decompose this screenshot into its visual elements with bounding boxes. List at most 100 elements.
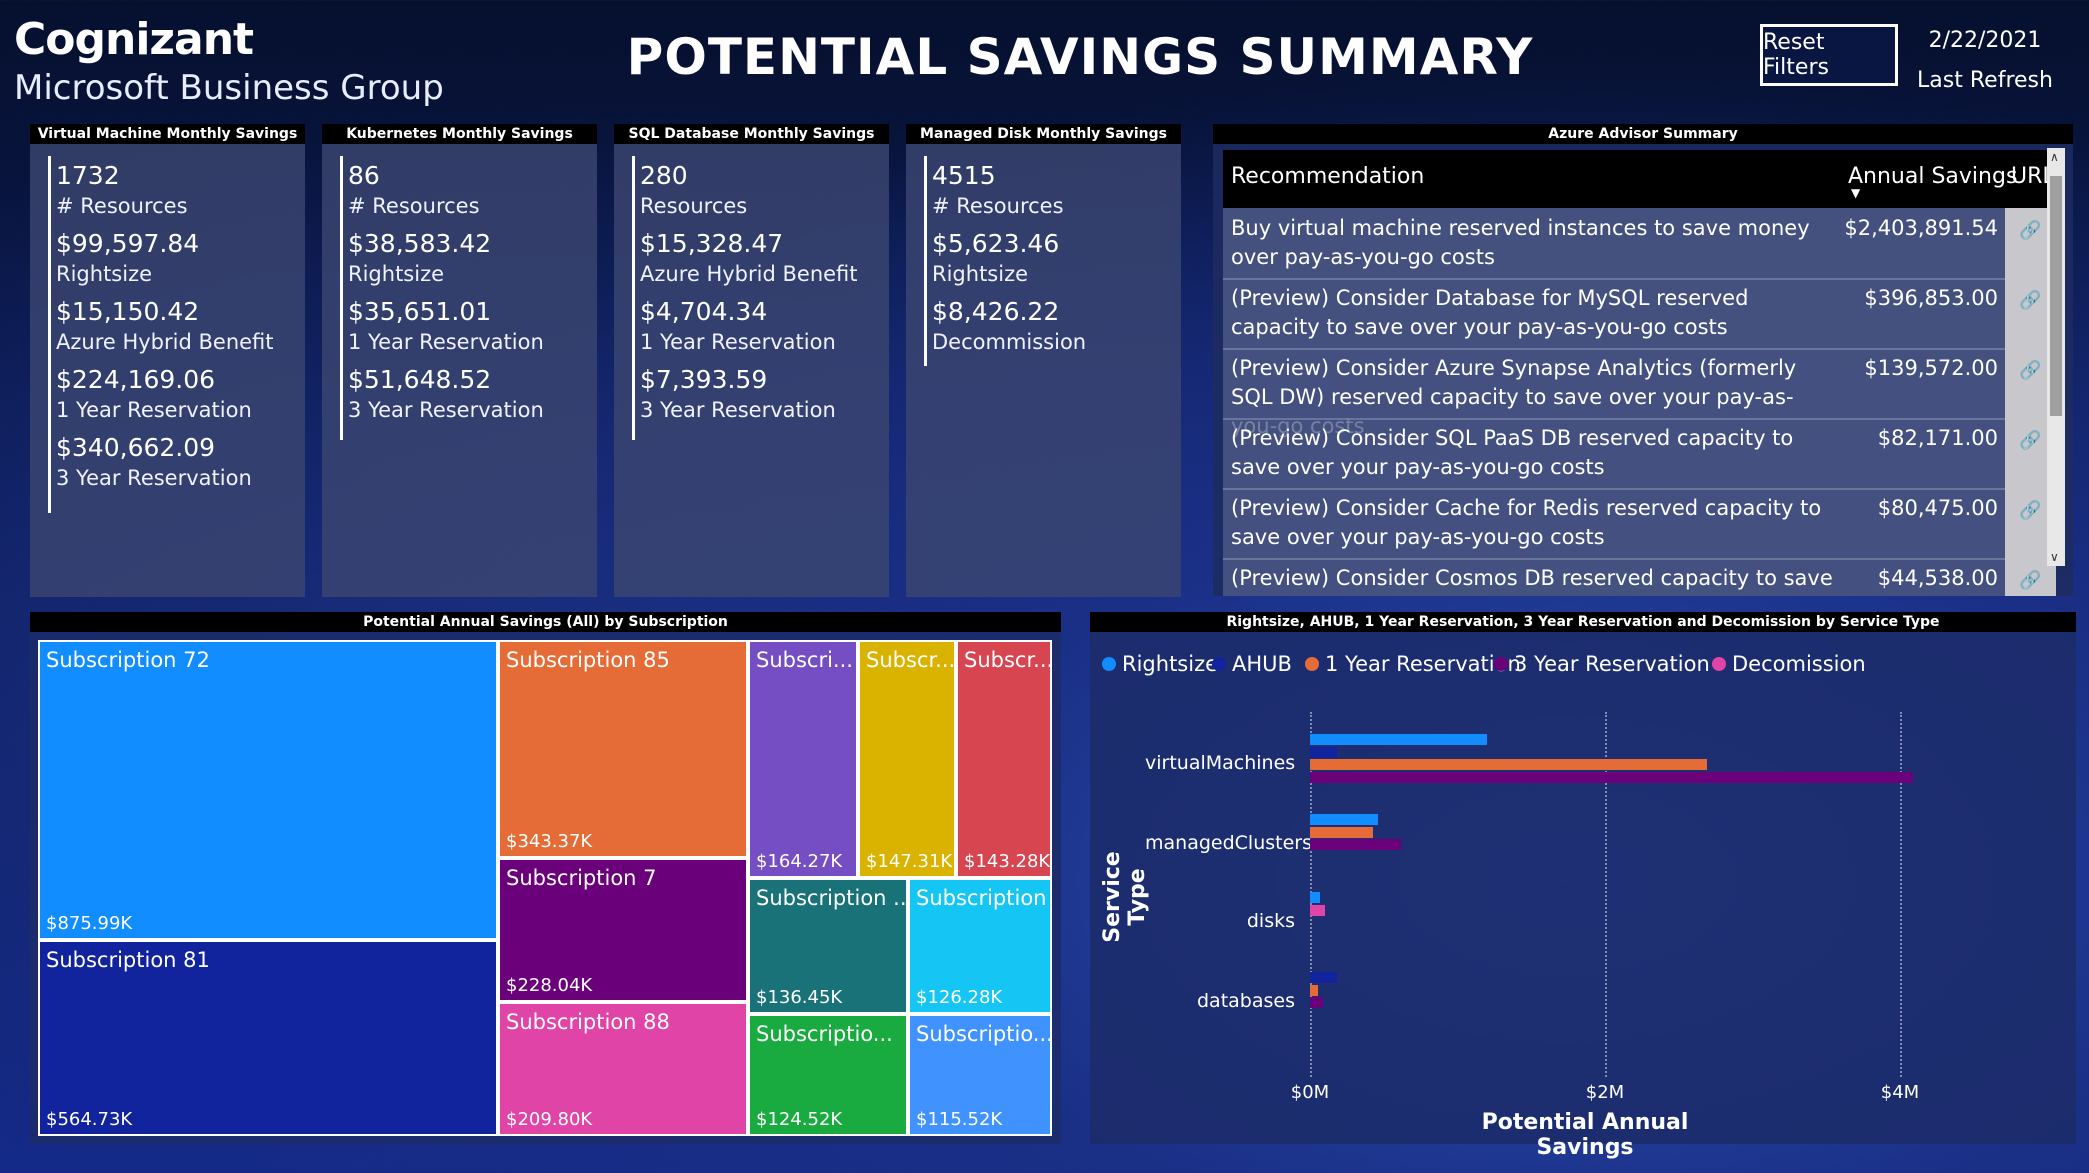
sql-savings-card: SQL Database Monthly Savings 280 Resource…: [614, 124, 889, 597]
card-label: 1 Year Reservation: [56, 398, 252, 422]
scroll-up-icon[interactable]: ∧: [2050, 150, 2059, 164]
treemap-tile-value: $343.37K: [506, 831, 593, 852]
card-label: # Resources: [348, 194, 480, 218]
kubernetes-savings-card: Kubernetes Monthly Savings 86 # Resources…: [322, 124, 597, 597]
recommendation-text: Buy virtual machine reserved instances t…: [1231, 216, 1810, 269]
treemap-tile[interactable]: Subscription 72 $875.99K: [38, 640, 498, 940]
card-title: Kubernetes Monthly Savings: [322, 124, 597, 144]
bar[interactable]: [1310, 746, 1337, 758]
refresh-date: 2/22/2021: [1928, 28, 2042, 53]
card-title: Managed Disk Monthly Savings: [906, 124, 1181, 144]
treemap-tile[interactable]: Subscriptio... $124.52K: [748, 1014, 908, 1136]
annual-savings-value: $82,171.00: [1877, 426, 1998, 450]
table-row[interactable]: (Preview) Consider Cosmos DB reserved ca…: [1223, 558, 2056, 596]
card-value: $35,651.01: [348, 297, 492, 326]
card-divider: [632, 156, 635, 440]
card-value: 4515: [932, 161, 996, 190]
treemap-title: Potential Annual Savings (All) by Subscr…: [30, 612, 1061, 632]
link-icon[interactable]: 🔗: [2019, 360, 2041, 381]
card-divider: [924, 156, 927, 366]
column-header-annual-savings[interactable]: Annual Savings: [1848, 164, 2017, 189]
y-category-label: managedClusters: [1145, 832, 1312, 854]
recommendation-text: (Preview) Consider Cosmos DB reserved ca…: [1231, 566, 1833, 596]
treemap-tile-value: $115.52K: [916, 1109, 1003, 1130]
bar[interactable]: [1310, 826, 1374, 838]
treemap-tile[interactable]: Subscr... $147.31K: [858, 640, 956, 878]
treemap-tile-name: Subscription ...: [916, 886, 1050, 910]
link-icon[interactable]: 🔗: [2019, 430, 2041, 451]
bar[interactable]: [1310, 892, 1320, 903]
link-icon[interactable]: 🔗: [2019, 500, 2041, 521]
treemap-tile[interactable]: Subscription ... $136.45K: [748, 878, 908, 1014]
y-category-label: databases: [1197, 990, 1295, 1012]
card-value: $38,583.42: [348, 229, 492, 258]
x-tick-label: $2M: [1585, 1082, 1625, 1103]
advisor-title: Azure Advisor Summary: [1213, 124, 2073, 144]
treemap-tile-value: $875.99K: [46, 913, 133, 934]
card-value: $15,328.47: [640, 229, 784, 258]
card-title: Virtual Machine Monthly Savings: [30, 124, 305, 144]
bar[interactable]: [1310, 839, 1402, 850]
treemap-tile-value: $143.28K: [964, 851, 1051, 872]
y-category-label: virtualMachines: [1145, 752, 1296, 774]
refresh-label: Last Refresh: [1917, 68, 2053, 93]
bar[interactable]: [1310, 771, 1914, 783]
sort-desc-icon[interactable]: ▼: [1851, 186, 1860, 200]
annual-savings-value: $139,572.00: [1864, 356, 1998, 380]
card-value: $4,704.34: [640, 297, 768, 326]
card-label: Rightsize: [56, 262, 153, 286]
treemap-tile-name: Subscriptio...: [756, 1022, 893, 1046]
table-row[interactable]: (Preview) Consider Database for MySQL re…: [1223, 278, 2056, 350]
card-label: Resources: [640, 194, 748, 218]
treemap-tile[interactable]: Subscription 85 $343.37K: [498, 640, 748, 858]
annual-savings-value: $44,538.00: [1877, 566, 1998, 590]
treemap-tile[interactable]: Subscription 81 $564.73K: [38, 940, 498, 1136]
table-row[interactable]: (Preview) Consider Cache for Redis reser…: [1223, 488, 2056, 560]
link-icon[interactable]: 🔗: [2019, 290, 2041, 311]
treemap-tile-value: $564.73K: [46, 1109, 133, 1130]
treemap-tile[interactable]: Subscr... $143.28K: [956, 640, 1052, 878]
bar[interactable]: [1310, 972, 1338, 983]
card-value: $224,169.06: [56, 365, 216, 394]
bar[interactable]: [1310, 759, 1707, 770]
card-label: # Resources: [932, 194, 1064, 218]
card-divider: [340, 156, 343, 440]
scrollbar-thumb[interactable]: [2050, 176, 2062, 416]
vm-savings-card: Virtual Machine Monthly Savings 1732 # Re…: [30, 124, 305, 597]
card-value: 86: [348, 161, 380, 190]
bar[interactable]: [1310, 734, 1487, 745]
annual-savings-value: $396,853.00: [1864, 286, 1998, 310]
reset-filters-button[interactable]: Reset Filters: [1760, 24, 1898, 86]
treemap-tile-value: $126.28K: [916, 987, 1003, 1008]
scroll-down-icon[interactable]: ∨: [2050, 550, 2059, 564]
link-icon[interactable]: 🔗: [2019, 570, 2041, 591]
annual-savings-value: $2,403,891.54: [1844, 216, 1998, 240]
table-row[interactable]: (Preview) Consider Azure Synapse Analyti…: [1223, 348, 2056, 438]
table-scrollbar[interactable]: ∧ ∨: [2047, 148, 2065, 566]
treemap-tile[interactable]: Subscription ... $126.28K: [908, 878, 1052, 1014]
link-icon[interactable]: 🔗: [2019, 220, 2041, 241]
treemap-tile[interactable]: Subscription 7 $228.04K: [498, 858, 748, 1002]
card-value: 1732: [56, 161, 120, 190]
table-header: Recommendation Annual Savings ▼ URL: [1223, 150, 2056, 208]
treemap-tile[interactable]: Subscription 88 $209.80K: [498, 1002, 748, 1136]
treemap-tile[interactable]: Subscriptio... $115.52K: [908, 1014, 1052, 1136]
bar[interactable]: [1310, 814, 1378, 825]
bar[interactable]: [1310, 904, 1325, 916]
bar[interactable]: [1310, 984, 1319, 996]
y-category-label: disks: [1246, 910, 1295, 932]
card-value: $15,150.42: [56, 297, 200, 326]
gridline: [1900, 712, 1902, 1077]
table-row[interactable]: Buy virtual machine reserved instances t…: [1223, 208, 2056, 280]
card-value: $8,426.22: [932, 297, 1060, 326]
card-label: # Resources: [56, 194, 188, 218]
advisor-summary-table: Azure Advisor Summary Recommendation Ann…: [1213, 124, 2073, 596]
treemap-tile[interactable]: Subscri... $164.27K: [748, 640, 858, 878]
service-type-bar-chart: Rightsize, AHUB, 1 Year Reservation, 3 Y…: [1090, 612, 2076, 1160]
bar[interactable]: [1310, 997, 1324, 1008]
column-header-recommendation[interactable]: Recommendation: [1231, 164, 1424, 189]
card-label: Azure Hybrid Benefit: [56, 330, 274, 354]
card-label: 1 Year Reservation: [640, 330, 836, 354]
card-label: Azure Hybrid Benefit: [640, 262, 858, 286]
table-row[interactable]: (Preview) Consider SQL PaaS DB reserved …: [1223, 418, 2056, 490]
